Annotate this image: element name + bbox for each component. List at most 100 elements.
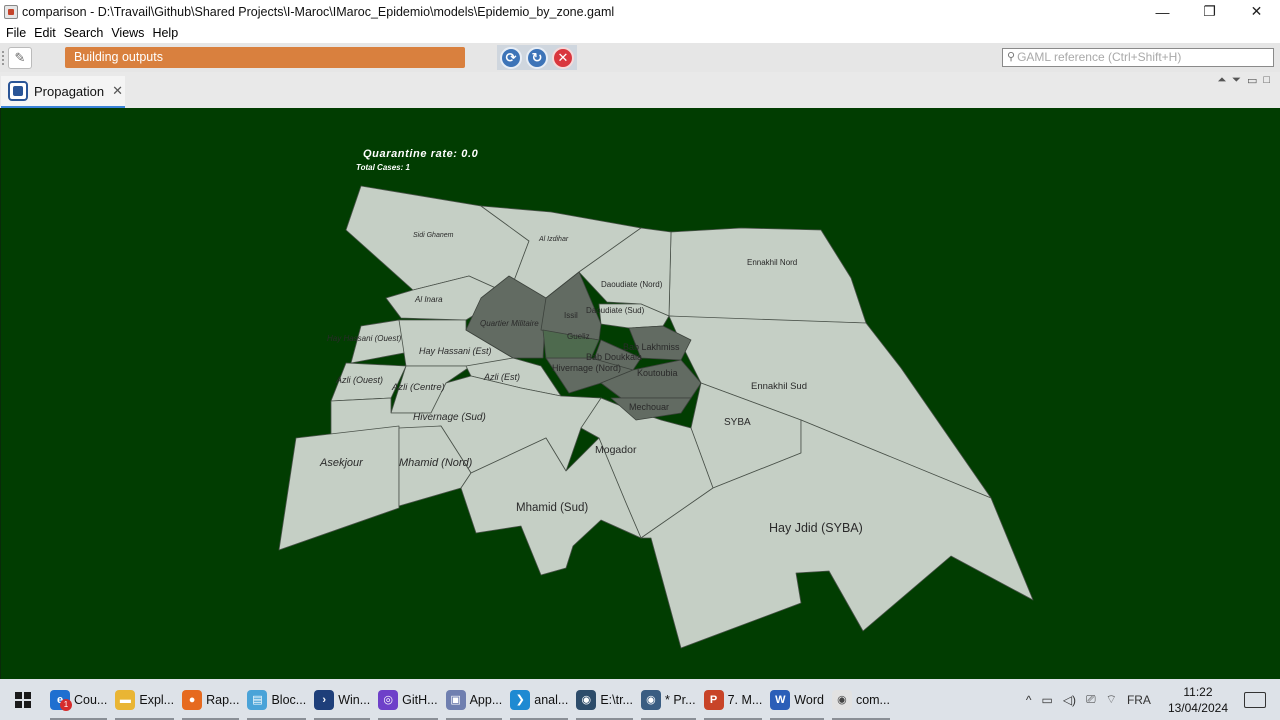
speaker-icon[interactable]: ◁) bbox=[1063, 693, 1076, 707]
taskbar-app-pr[interactable]: ◉ * Pr... bbox=[637, 679, 700, 720]
taskbar-app-label: Bloc... bbox=[271, 692, 307, 707]
taskbar-app-label: App... bbox=[469, 692, 503, 707]
wifi-icon[interactable]: ⌔ bbox=[1106, 692, 1117, 707]
label-bab-doukkala: Bab Doukkala bbox=[586, 352, 642, 362]
gaml-reference-search[interactable]: ⚲ GAML reference (Ctrl+Shift+H) bbox=[1002, 48, 1274, 67]
expand-toolbar-icon[interactable]: ⏷ bbox=[1232, 74, 1241, 87]
taskbar-app-word[interactable]: W Word bbox=[766, 679, 828, 720]
label-azli-est: Azli (Est) bbox=[483, 372, 520, 382]
language-indicator[interactable]: FRA bbox=[1127, 693, 1151, 707]
view-controls: ⏶ ⏷ ▭ □ bbox=[1217, 74, 1270, 87]
label-al-izdihar: Al Izdihar bbox=[538, 236, 569, 243]
display-icon bbox=[8, 81, 28, 101]
label-issil: Issil bbox=[564, 311, 578, 320]
taskbar-app-expl[interactable]: ▬ Expl... bbox=[111, 679, 178, 720]
minimize-button[interactable]: — bbox=[1139, 0, 1186, 23]
taskbar-app-win[interactable]: › Win... bbox=[310, 679, 374, 720]
notification-icon[interactable] bbox=[1244, 691, 1266, 708]
taskbar-app-anal[interactable]: ❯ anal... bbox=[506, 679, 572, 720]
label-mhamid-sud: Mhamid (Sud) bbox=[516, 502, 588, 514]
zone-sidi-ghanem[interactable] bbox=[345, 185, 530, 295]
propagation-display[interactable]: Quarantine rate: 0.0 Total Cases: 1 Sidi… bbox=[0, 108, 1280, 679]
taskbar-app-label: Cou... bbox=[74, 692, 108, 707]
collapse-toolbar-icon[interactable]: ⏶ bbox=[1217, 74, 1226, 87]
taskbar-app-bloc[interactable]: ▤ Bloc... bbox=[243, 679, 310, 720]
gama-icon: ◉ bbox=[640, 689, 661, 710]
tab-close-icon[interactable]: ✕ bbox=[112, 83, 123, 99]
window-title: comparison - D:\Travail\Github\Shared Pr… bbox=[22, 4, 615, 19]
edit-icon[interactable]: ✎ bbox=[8, 47, 32, 69]
chevron-up-icon[interactable]: ^ bbox=[1026, 693, 1032, 707]
title-bar: comparison - D:\Travail\Github\Shared Pr… bbox=[0, 0, 1280, 23]
label-sidi-ghanem: Sidi Ghanem bbox=[413, 232, 454, 239]
taskbar-app-label: Rap... bbox=[206, 692, 240, 707]
label-hay-hassani-ouest: Hay Hassani (Ouest) bbox=[327, 334, 402, 343]
battery-icon[interactable]: ▭ bbox=[1041, 693, 1052, 707]
search-icon: ⚲ bbox=[1007, 51, 1016, 63]
reload-icon[interactable]: ⟳ bbox=[500, 46, 522, 69]
label-daoudiate-sud: Daoudiate (Sud) bbox=[586, 306, 645, 315]
taskbar-app-cou[interactable]: e 1 Cou... bbox=[46, 679, 111, 720]
powerpoint-icon: P bbox=[703, 689, 724, 710]
taskbar-app-app[interactable]: ▣ App... bbox=[442, 679, 507, 720]
close-window-button[interactable]: ✕ bbox=[1233, 0, 1280, 23]
taskbar-app-com[interactable]: ◉ com... bbox=[828, 679, 894, 720]
step-icon[interactable]: ↻ bbox=[526, 46, 548, 69]
gama-icon: ◉ bbox=[831, 689, 852, 710]
label-bab-lakhmiss: Bab Lakhmiss bbox=[623, 342, 680, 352]
gama-icon: ◉ bbox=[576, 689, 597, 710]
label-syba: SYBA bbox=[724, 417, 751, 428]
minimize-view-icon[interactable]: ▭ bbox=[1247, 74, 1257, 87]
label-hivernage-sud: Hivernage (Sud) bbox=[413, 412, 486, 423]
clock[interactable]: 11:22 13/04/2024 bbox=[1168, 684, 1228, 716]
label-ennakhil-sud: Ennakhil Sud bbox=[751, 381, 807, 392]
windows-icon bbox=[15, 691, 31, 708]
vscode-icon: ❯ bbox=[510, 689, 531, 710]
menu-help[interactable]: Help bbox=[148, 26, 182, 40]
taskbar-app-gith[interactable]: ◎ GitH... bbox=[374, 679, 441, 720]
zone-asekjour[interactable] bbox=[278, 425, 400, 551]
taskbar-app-label: Word bbox=[794, 692, 824, 707]
toolbar: ✎ Building outputs ⟳ ↻ ✕ ⚲ GAML referenc… bbox=[0, 43, 1280, 72]
label-azli-centre: Azli (Centre) bbox=[391, 382, 445, 393]
label-mogador: Mogador bbox=[595, 444, 637, 456]
label-gueliz: Gueliz bbox=[567, 332, 590, 341]
menu-search[interactable]: Search bbox=[60, 26, 108, 40]
pdf-icon: ▣ bbox=[445, 689, 466, 710]
taskbar-app-label: GitH... bbox=[402, 692, 438, 707]
menu-views[interactable]: Views bbox=[107, 26, 148, 40]
display-settings-icon[interactable]: ⎚ bbox=[1086, 692, 1096, 707]
zone-map: Sidi Ghanem Al Izdihar Ennakhil Nord Dao… bbox=[278, 185, 1034, 649]
taskbar-app-powerpoint[interactable]: P 7. M... bbox=[700, 679, 767, 720]
editor-tab-strip: Propagation ✕ ⏶ ⏷ ▭ □ bbox=[0, 72, 1280, 108]
taskbar-apps: e 1 Cou... ▬ Expl... ● Rap... ▤ Bloc... › Win... ◎ G… bbox=[46, 679, 894, 720]
simulation-controls: ⟳ ↻ ✕ bbox=[497, 45, 577, 70]
menu-file[interactable]: File bbox=[2, 26, 30, 40]
taskbar-app-label: * Pr... bbox=[664, 692, 696, 707]
zone-ennakhil-nord[interactable] bbox=[668, 227, 867, 324]
windows-taskbar: e 1 Cou... ▬ Expl... ● Rap... ▤ Bloc... › Win... ◎ G… bbox=[0, 679, 1280, 720]
label-mechouar: Mechouar bbox=[629, 402, 669, 412]
restore-button[interactable]: ❐ bbox=[1186, 0, 1233, 23]
label-mhamid-nord: Mhamid (Nord) bbox=[399, 457, 473, 469]
github-icon: ◎ bbox=[378, 689, 399, 710]
taskbar-app-rap[interactable]: ● Rap... bbox=[178, 679, 243, 720]
label-hay-jdid-syba: Hay Jdid (SYBA) bbox=[769, 521, 863, 535]
start-button[interactable] bbox=[0, 679, 46, 720]
stop-icon[interactable]: ✕ bbox=[552, 46, 574, 69]
app-icon bbox=[4, 4, 18, 19]
menu-edit[interactable]: Edit bbox=[30, 26, 60, 40]
notepad-icon: ▤ bbox=[247, 689, 268, 710]
simulation-status: Building outputs bbox=[65, 47, 465, 68]
taskbar-app-label: E:\tr... bbox=[600, 692, 633, 707]
taskbar-app-label: 7. M... bbox=[727, 692, 763, 707]
tab-propagation[interactable]: Propagation ✕ bbox=[1, 76, 125, 108]
label-hay-hassani-est: Hay Hassani (Est) bbox=[419, 346, 492, 356]
taskbar-app-etr[interactable]: ◉ E:\tr... bbox=[572, 679, 637, 720]
taskbar-app-label: anal... bbox=[534, 692, 569, 707]
label-quartier-militaire: Quartier Militaire bbox=[480, 319, 539, 328]
maximize-view-icon[interactable]: □ bbox=[1263, 74, 1270, 87]
toolbar-grip[interactable] bbox=[2, 51, 4, 65]
label-ennakhil-nord: Ennakhil Nord bbox=[747, 258, 797, 267]
system-tray: ^ ▭ ◁) ⎚ ⌔ FRA 11:22 13/04/2024 bbox=[1021, 679, 1280, 720]
